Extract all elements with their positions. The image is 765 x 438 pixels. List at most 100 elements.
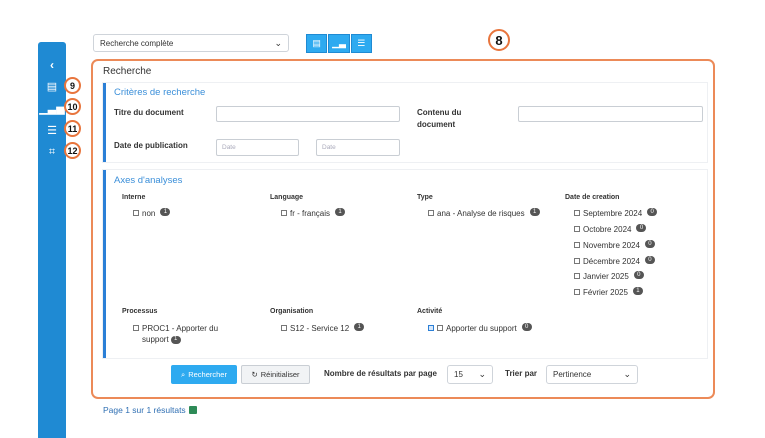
checkbox[interactable] bbox=[574, 273, 580, 279]
chevron-down-icon: ⌄ bbox=[274, 37, 282, 48]
axes-section: Axes d'analyses Interne non 1 Language fr… bbox=[103, 170, 707, 358]
facet-item[interactable]: Janvier 2025 0 bbox=[574, 271, 644, 282]
date-to-placeholder: Date bbox=[322, 144, 336, 151]
facet-interne-label: Interne bbox=[122, 194, 146, 201]
facet-item[interactable]: fr - français 1 bbox=[281, 208, 346, 219]
list-icon[interactable]: ☰ bbox=[38, 121, 66, 139]
checkbox[interactable] bbox=[574, 210, 580, 216]
facet-item-label: Septembre 2024 bbox=[583, 209, 643, 218]
count-badge: 1 bbox=[160, 208, 171, 216]
sort-label: Trier par bbox=[505, 369, 538, 378]
count-badge: 0 bbox=[644, 256, 655, 264]
facet-item[interactable]: Décembre 2024 0 bbox=[574, 256, 655, 267]
facet-item[interactable]: non 1 bbox=[133, 208, 171, 219]
facet-item-label: fr - français bbox=[290, 209, 331, 218]
count-badge: 0 bbox=[521, 323, 532, 331]
excel-export-icon[interactable] bbox=[188, 406, 197, 414]
facet-item[interactable]: Février 2025 1 bbox=[574, 287, 643, 298]
chevron-left-icon[interactable]: ‹ bbox=[38, 56, 66, 74]
per-page-select[interactable]: 15 ⌄ bbox=[447, 365, 493, 384]
search-mode-select[interactable]: Recherche complète ⌄ bbox=[93, 34, 289, 52]
hierarchy-icon[interactable]: ⌗ bbox=[38, 143, 66, 161]
count-badge: 0 bbox=[633, 271, 644, 279]
table-icon[interactable]: ▤ bbox=[38, 77, 66, 95]
callout-11: 11 bbox=[64, 120, 81, 137]
checkbox[interactable] bbox=[133, 325, 139, 331]
chevron-down-icon: ⌄ bbox=[478, 369, 486, 379]
checkbox[interactable] bbox=[437, 325, 443, 331]
chart-view-button[interactable]: ▁▃ bbox=[328, 34, 350, 53]
search-mode-value: Recherche complète bbox=[100, 38, 174, 48]
date-from-placeholder: Date bbox=[222, 144, 236, 151]
search-icon: ⌕ bbox=[181, 369, 186, 379]
refresh-icon: ↻ bbox=[251, 370, 258, 379]
facet-item-label: Apporter du support bbox=[446, 324, 517, 333]
facet-item-label: non bbox=[142, 209, 156, 218]
callout-8: 8 bbox=[488, 29, 510, 51]
checkbox[interactable] bbox=[281, 210, 287, 216]
facet-activite-label: Activité bbox=[417, 308, 443, 315]
facet-item-label: Janvier 2025 bbox=[583, 272, 629, 281]
checkbox[interactable] bbox=[574, 258, 580, 264]
doc-title-label: Titre du document bbox=[114, 108, 184, 117]
list-view-button[interactable]: ☰ bbox=[350, 34, 372, 53]
facet-item[interactable]: PROC1 - Apporter du support 1 bbox=[133, 323, 243, 345]
facet-date-label: Date de creation bbox=[565, 194, 620, 201]
criteria-section: Critères de recherche Titre du document … bbox=[103, 83, 707, 162]
checkbox[interactable] bbox=[574, 242, 580, 248]
facet-item[interactable]: Octobre 2024 0 bbox=[574, 224, 647, 235]
table-view-button[interactable]: ▤ bbox=[306, 34, 328, 53]
facet-item[interactable]: Septembre 2024 0 bbox=[574, 208, 658, 219]
left-rail: ‹ ▤ ▁▃▅ ☰ ⌗ bbox=[38, 42, 66, 438]
checkbox[interactable] bbox=[133, 210, 139, 216]
count-badge: 0 bbox=[647, 208, 658, 216]
facet-item-label: Février 2025 bbox=[583, 288, 628, 297]
checkbox[interactable] bbox=[574, 289, 580, 295]
pagination-text: Page 1 sur 1 résultats bbox=[103, 405, 186, 415]
facet-language-label: Language bbox=[270, 194, 304, 201]
facet-item[interactable]: Novembre 2024 0 bbox=[574, 240, 655, 251]
reset-button-label: Réinitialiser bbox=[260, 370, 300, 379]
pub-date-label: Date de publication bbox=[114, 141, 188, 150]
criteria-title: Critères de recherche bbox=[114, 87, 206, 98]
facet-type-label: Type bbox=[417, 194, 433, 201]
checkbox[interactable] bbox=[281, 325, 287, 331]
count-badge: 1 bbox=[529, 208, 540, 216]
callout-12: 12 bbox=[64, 142, 81, 159]
pagination-info: Page 1 sur 1 résultats bbox=[103, 405, 197, 415]
expand-icon[interactable] bbox=[428, 325, 434, 331]
count-badge: 0 bbox=[636, 224, 647, 232]
checkbox[interactable] bbox=[574, 226, 580, 232]
facet-item-label: ana - Analyse de risques bbox=[437, 209, 525, 218]
sort-select[interactable]: Pertinence ⌄ bbox=[546, 365, 638, 384]
facet-item-label: Octobre 2024 bbox=[583, 225, 632, 234]
view-switcher: ▤ ▁▃ ☰ bbox=[306, 34, 372, 53]
sort-value: Pertinence bbox=[553, 370, 592, 379]
count-badge: 1 bbox=[335, 208, 346, 216]
facet-item[interactable]: ana - Analyse de risques 1 bbox=[428, 208, 540, 219]
search-button-label: Rechercher bbox=[188, 370, 227, 379]
axes-title: Axes d'analyses bbox=[114, 175, 183, 186]
facet-item-label: S12 - Service 12 bbox=[290, 324, 350, 333]
callout-10: 10 bbox=[64, 98, 81, 115]
facet-organisation-label: Organisation bbox=[270, 308, 314, 315]
reset-button[interactable]: ↻ Réinitialiser bbox=[241, 365, 310, 384]
per-page-value: 15 bbox=[454, 370, 463, 379]
facet-item-label: Novembre 2024 bbox=[583, 241, 640, 250]
callout-9: 9 bbox=[64, 77, 81, 94]
doc-content-input[interactable] bbox=[518, 106, 703, 122]
facet-item[interactable]: Apporter du support 0 bbox=[428, 323, 532, 334]
chevron-down-icon: ⌄ bbox=[623, 369, 631, 379]
search-button[interactable]: ⌕ Rechercher bbox=[171, 365, 237, 384]
checkbox[interactable] bbox=[428, 210, 434, 216]
date-from-input[interactable]: Date bbox=[216, 139, 299, 156]
doc-title-input[interactable] bbox=[216, 106, 400, 122]
per-page-label: Nombre de résultats par page bbox=[324, 369, 437, 378]
facet-item[interactable]: S12 - Service 12 1 bbox=[281, 323, 365, 334]
date-to-input[interactable]: Date bbox=[316, 139, 400, 156]
doc-content-label: Contenu du document bbox=[417, 108, 462, 129]
facet-processus-label: Processus bbox=[122, 308, 158, 315]
bar-chart-icon[interactable]: ▁▃▅ bbox=[38, 99, 66, 117]
panel-title: Recherche bbox=[103, 66, 152, 77]
count-badge: 1 bbox=[632, 287, 643, 295]
